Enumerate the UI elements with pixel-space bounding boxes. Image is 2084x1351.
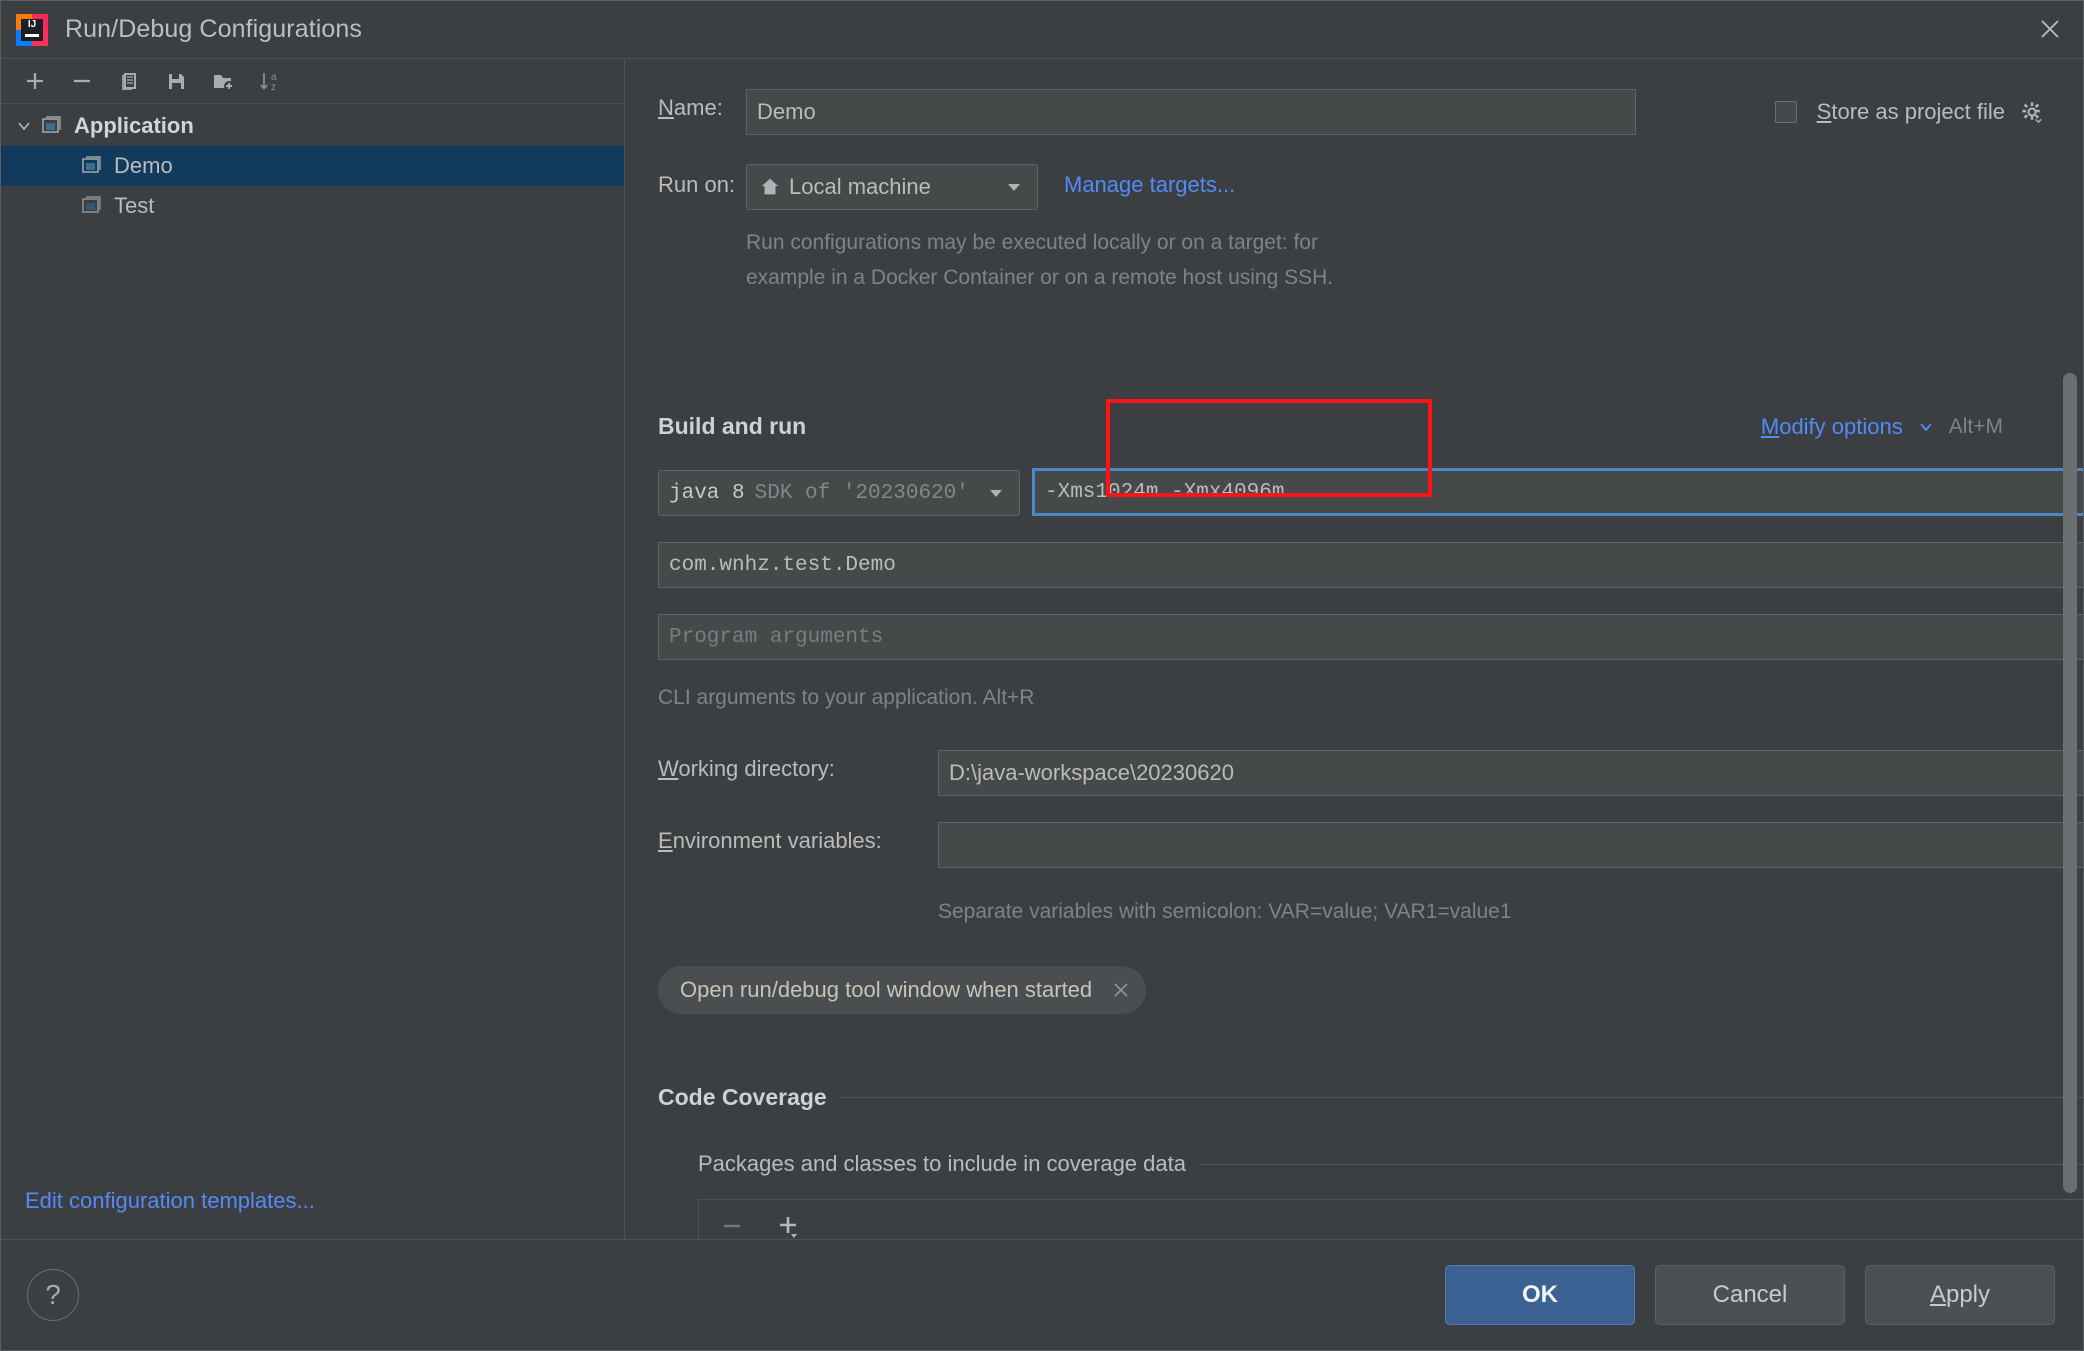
coverage-patterns-toolbar [699,1200,2083,1240]
program-arguments-placeholder: Program arguments [669,625,884,649]
name-input[interactable]: Demo [746,89,1636,135]
manage-targets-link[interactable]: Manage targets... [1064,172,1235,198]
store-as-project-file-label: Store as project file [1816,99,2005,124]
save-configuration-button[interactable] [154,61,198,101]
jre-select[interactable]: java 8 SDK of '20230620' mo [658,470,1020,516]
chevron-down-icon[interactable] [1917,418,1935,436]
cancel-button[interactable]: Cancel [1655,1265,1845,1325]
remove-configuration-button[interactable] [60,61,104,101]
section-title: Build and run [658,413,807,439]
copy-configuration-button[interactable] [107,61,151,101]
form-vertical-scrollbar[interactable] [2063,373,2077,1193]
cli-arguments-hint: CLI arguments to your application. Alt+R [658,686,1035,709]
gear-dropdown-icon[interactable] [2017,95,2047,129]
add-configuration-button[interactable] [13,61,57,101]
divider [840,1097,2083,1098]
divider [1199,1163,2083,1165]
jre-secondary: SDK of '20230620' mo [754,481,973,505]
home-icon [757,170,783,204]
build-and-run-section-header: Build and run Modify options Alt+M [658,413,2003,440]
coverage-packages-subsection-header: Packages and classes to include in cover… [698,1151,2083,1177]
option-chip-label: Open run/debug tool window when started [680,977,1093,1002]
remove-coverage-pattern-button[interactable] [715,1209,749,1241]
svg-text:z: z [271,82,276,93]
tree-item-label: Test [114,193,155,218]
working-directory-input[interactable]: D:\java-workspace\20230620 [938,750,2083,796]
tree-group-application[interactable]: Application [1,106,624,146]
sidebar-item-demo[interactable]: Demo [1,146,624,186]
add-coverage-pattern-button[interactable] [771,1209,805,1241]
configuration-form-pane: Name: Demo Store as project file Run on:… [626,59,2083,1240]
sidebar-item-test[interactable]: Test [1,186,624,226]
chevron-down-icon[interactable] [997,178,1031,196]
vm-options-value: -Xms1024m -Xmx4096m [1045,480,1285,504]
dialog-button-row: OK Cancel Apply [1445,1265,2055,1325]
ok-button[interactable]: OK [1445,1265,1635,1325]
working-directory-value: D:\java-workspace\20230620 [949,760,1234,785]
tree-group-label: Application [74,113,194,138]
main-class-value: com.wnhz.test.Demo [669,553,896,577]
section-title: Code Coverage [658,1084,827,1110]
run-on-description-line1: Run configurations may be executed local… [746,231,1318,254]
configurations-tree: Application Demo Test [1,104,624,226]
dialog-footer: ? OK Cancel Apply [1,1239,2083,1350]
application-run-config-icon [39,113,65,139]
environment-variables-input[interactable] [938,822,2083,868]
run-on-value: Local machine [789,174,931,199]
store-as-project-file-checkbox[interactable] [1774,101,1797,123]
run-on-description-line2: example in a Docker Container or on a re… [746,266,1334,289]
run-debug-configurations-dialog: IJ Run/Debug Configurations a z Applicat… [0,0,2084,1351]
modify-options-link[interactable]: Modify options [1761,414,1903,440]
vm-options-input[interactable]: -Xms1024m -Xmx4096m [1032,468,2083,516]
run-on-target-select[interactable]: Local machine [746,164,1038,210]
edit-configuration-templates-link[interactable]: Edit configuration templates... [25,1188,315,1214]
chevron-down-icon[interactable] [979,484,1013,502]
configurations-toolbar: a z [1,59,624,104]
tree-item-label: Demo [114,153,173,178]
scrollbar-thumb[interactable] [2063,373,2077,1193]
run-config-icon [79,153,105,179]
modify-options-shortcut: Alt+M [1948,414,2003,438]
name-label: Name: [658,95,723,120]
coverage-patterns-box: com.wnhz.test.* [698,1199,2083,1240]
configurations-tree-pane: a z Application Demo Test Edit configura… [1,59,625,1240]
dialog-title: Run/Debug Configurations [65,15,363,43]
store-as-project-file-row: Store as project file [1774,95,2047,129]
option-chip-open-tool-window[interactable]: Open run/debug tool window when started [658,966,1147,1014]
close-icon[interactable] [1108,977,1134,1003]
program-arguments-input[interactable]: Program arguments [658,614,2083,660]
environment-variables-label: Environment variables: [658,828,882,853]
jre-primary: java 8 [669,481,745,505]
chevron-down-icon[interactable] [11,113,37,139]
working-directory-label: Working directory: [658,756,835,781]
close-icon[interactable] [2017,1,2083,57]
new-folder-icon[interactable] [201,61,245,101]
subsection-title: Packages and classes to include in cover… [698,1151,1186,1176]
apply-button[interactable]: Apply [1865,1265,2055,1325]
intellij-idea-logo-icon: IJ [15,13,49,47]
run-on-label: Run on: [658,172,736,197]
run-config-icon [79,193,105,219]
code-coverage-section-header: Code Coverage Modify [658,1084,2083,1111]
sort-alphabetically-icon[interactable]: a z [248,61,292,101]
environment-variables-hint: Separate variables with semicolon: VAR=v… [938,900,1512,923]
dialog-titlebar: IJ Run/Debug Configurations [1,1,2083,59]
main-class-input[interactable]: com.wnhz.test.Demo [658,542,2083,588]
help-button[interactable]: ? [27,1269,79,1321]
